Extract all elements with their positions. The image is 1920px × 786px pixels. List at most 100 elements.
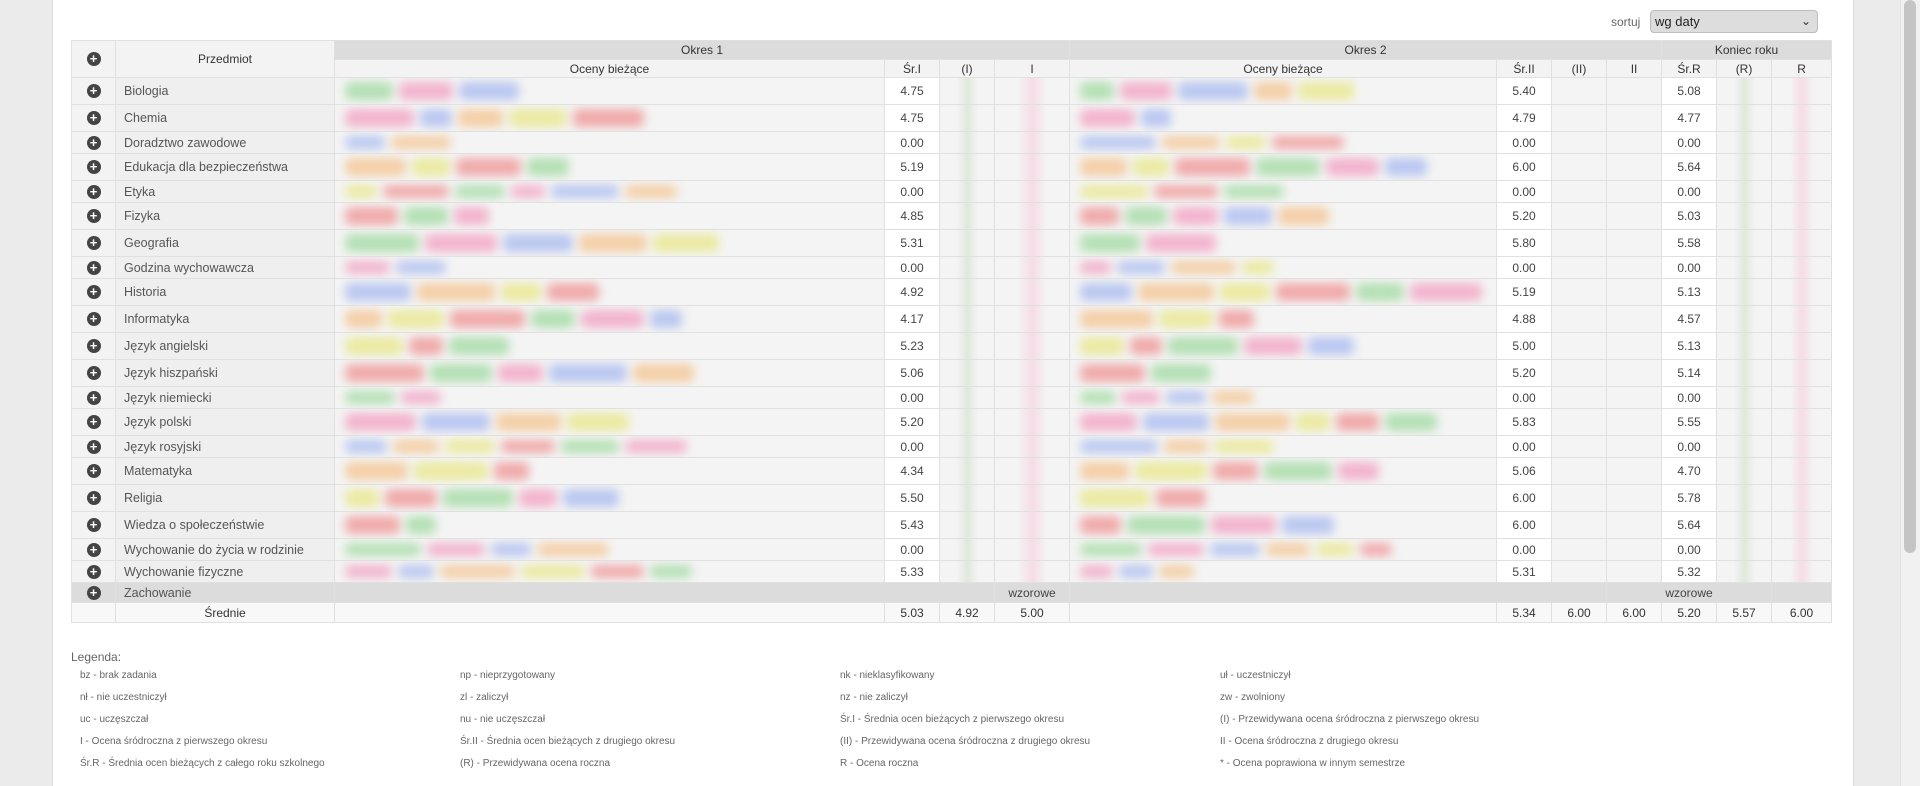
blurred-grade — [1130, 337, 1163, 355]
behavior-grade1: wzorowe — [993, 582, 1071, 603]
pred1-cell — [939, 457, 995, 485]
blurred-grade — [1080, 516, 1122, 534]
blurred-grade — [449, 337, 509, 355]
expand-behavior-cell[interactable]: + — [71, 582, 116, 603]
grades2-cell — [1069, 305, 1498, 333]
blurred-grade — [498, 364, 543, 382]
grades2-cell — [1069, 484, 1498, 512]
blurred-grade — [1080, 158, 1128, 176]
plus-circle-icon[interactable]: + — [86, 542, 101, 557]
pred1-cell — [939, 305, 995, 333]
expand-row-cell[interactable]: + — [71, 435, 116, 458]
expand-row-cell[interactable]: + — [71, 457, 116, 485]
srR-value: 5.08 — [1661, 77, 1718, 105]
expand-row-cell[interactable]: + — [71, 202, 116, 230]
pred1-cell — [939, 560, 995, 583]
blurred-grade — [501, 440, 555, 453]
final2-cell — [1606, 153, 1663, 181]
plus-circle-icon[interactable]: + — [86, 415, 101, 429]
final1-cell — [993, 359, 1071, 387]
srR-value: 5.64 — [1661, 153, 1718, 181]
plus-circle-icon[interactable]: + — [86, 135, 101, 150]
expand-row-cell[interactable]: + — [71, 180, 116, 203]
plus-circle-icon[interactable]: + — [86, 366, 101, 380]
plus-circle-icon[interactable]: + — [86, 209, 101, 223]
plus-circle-icon[interactable]: + — [86, 312, 101, 326]
srR-value: 5.03 — [1661, 202, 1718, 230]
expand-row-cell[interactable]: + — [71, 77, 116, 105]
subject-name: Język niemiecki — [115, 386, 335, 409]
blurred-grade — [1316, 543, 1355, 556]
blurred-grade — [549, 364, 627, 382]
plus-circle-icon[interactable]: + — [86, 518, 101, 532]
expand-row-cell[interactable]: + — [71, 359, 116, 387]
plus-circle-icon[interactable]: + — [86, 491, 101, 505]
blurred-grade — [1242, 261, 1275, 274]
sort-select[interactable]: wg daty ⌄ — [1650, 10, 1818, 33]
plus-circle-icon[interactable]: + — [86, 464, 101, 478]
legend-row: bz - brak zadania np - nieprzygotowany nk … — [80, 670, 1600, 692]
final2-cell — [1606, 560, 1663, 583]
expand-row-cell[interactable]: + — [71, 408, 116, 436]
subject-row: + Język angielski 5.23 5.00 5.13 — [71, 332, 1833, 360]
expand-all-cell[interactable]: + — [71, 40, 116, 78]
grades2-cell — [1069, 229, 1498, 257]
plus-circle-icon[interactable]: + — [86, 111, 101, 125]
expand-row-cell[interactable]: + — [71, 153, 116, 181]
expand-row-cell[interactable]: + — [71, 332, 116, 360]
plus-circle-icon[interactable]: + — [86, 52, 101, 66]
plus-circle-icon[interactable]: + — [86, 585, 101, 600]
expand-row-cell[interactable]: + — [71, 511, 116, 539]
finalR-cell — [1771, 408, 1833, 436]
blurred-grade — [496, 413, 561, 431]
expand-row-cell[interactable]: + — [71, 305, 116, 333]
expand-row-cell[interactable]: + — [71, 131, 116, 154]
legend-item: bz - brak zadania — [80, 670, 157, 681]
plus-circle-icon[interactable]: + — [86, 390, 101, 405]
scrollbar-thumb[interactable] — [1904, 0, 1916, 553]
sr1-header: Śr.I — [884, 59, 940, 78]
final2-cell — [1606, 386, 1663, 409]
sr1-value: 0.00 — [884, 386, 940, 409]
blurred-grade — [1080, 413, 1138, 431]
final1-cell — [993, 386, 1071, 409]
plus-circle-icon[interactable]: + — [86, 184, 101, 199]
blurred-grade — [1264, 462, 1333, 480]
expand-row-cell[interactable]: + — [71, 104, 116, 132]
grades1-cell — [334, 457, 885, 485]
expand-row-cell[interactable]: + — [71, 278, 116, 306]
final2-cell — [1606, 180, 1663, 203]
plus-circle-icon[interactable]: + — [86, 339, 101, 353]
expand-row-cell[interactable]: + — [71, 484, 116, 512]
final1-cell — [993, 131, 1071, 154]
sr1-value: 5.06 — [884, 359, 940, 387]
plus-circle-icon[interactable]: + — [86, 236, 101, 250]
blurred-grade — [1272, 136, 1345, 149]
sr2-value: 0.00 — [1496, 180, 1553, 203]
blurred-grade — [1143, 413, 1210, 431]
expand-row-cell[interactable]: + — [71, 560, 116, 583]
grades1-cell — [334, 229, 885, 257]
plus-circle-icon[interactable]: + — [86, 564, 101, 579]
blurred-grade — [1168, 337, 1239, 355]
expand-row-cell[interactable]: + — [71, 538, 116, 561]
expand-row-cell[interactable]: + — [71, 256, 116, 279]
blurred-grade — [427, 543, 485, 556]
sr1-value: 4.92 — [884, 278, 940, 306]
plus-circle-icon[interactable]: + — [86, 84, 101, 98]
final2-header: II — [1606, 59, 1663, 78]
blurred-grade — [1080, 489, 1151, 507]
expand-row-cell[interactable]: + — [71, 386, 116, 409]
subject-row: + Fizyka 4.85 5.20 5.03 — [71, 202, 1833, 230]
blurred-grade — [422, 413, 490, 431]
blurred-grade — [345, 185, 377, 198]
expand-row-cell[interactable]: + — [71, 229, 116, 257]
grades1-cell — [334, 305, 885, 333]
legend-item: Śr.I - Średnia ocen bieżących z pierwsze… — [840, 714, 1064, 725]
grades1-cell — [334, 511, 885, 539]
plus-circle-icon[interactable]: + — [86, 260, 101, 275]
plus-circle-icon[interactable]: + — [86, 439, 101, 454]
blurred-grade — [509, 109, 567, 127]
plus-circle-icon[interactable]: + — [86, 285, 101, 299]
plus-circle-icon[interactable]: + — [86, 160, 101, 174]
